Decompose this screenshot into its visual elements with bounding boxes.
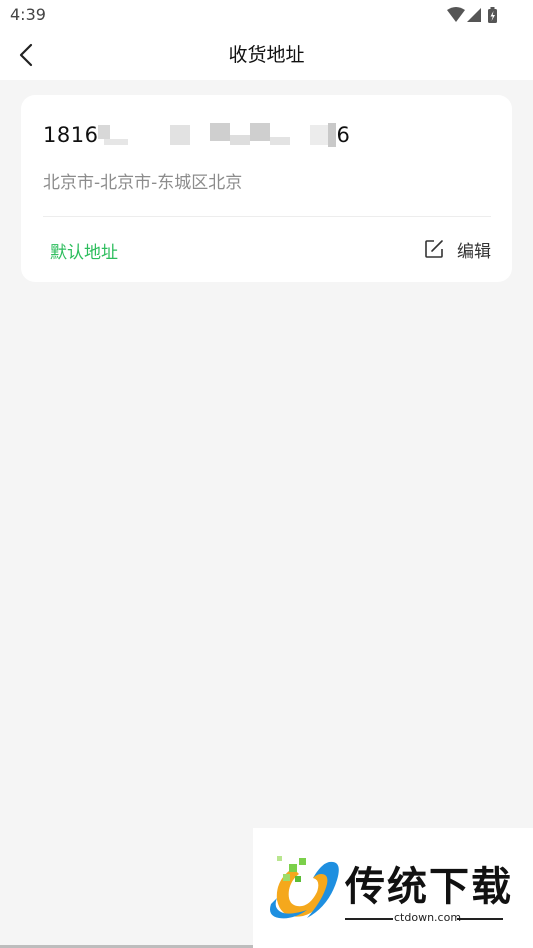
watermark-rule-left — [345, 918, 393, 920]
card-divider — [43, 216, 491, 217]
app-bar: 收货地址 — [0, 30, 533, 80]
status-time: 4:39 — [10, 5, 46, 24]
status-icons — [447, 6, 503, 24]
page-title: 收货地址 — [228, 44, 305, 66]
phone-suffix: 6 — [336, 123, 351, 147]
phone-mask — [98, 123, 337, 149]
edit-button[interactable]: 编辑 — [424, 236, 491, 262]
watermark-title: 传统下载 — [345, 864, 513, 910]
address-text: 北京市-北京市-东城区北京 — [43, 173, 243, 193]
edit-icon — [425, 240, 443, 258]
wifi-icon — [447, 7, 465, 22]
default-address-label[interactable]: 默认地址 — [50, 238, 118, 263]
watermark-url: ctdown.com — [394, 911, 462, 924]
address-card[interactable]: 1816 6 北京市-北京市-东城区北京 默认地址 编辑 — [21, 95, 512, 282]
recipient-phone: 1816 6 — [43, 123, 350, 149]
ctdown-logo-icon — [270, 856, 339, 919]
phone-prefix: 1816 — [43, 123, 99, 147]
edit-label: 编辑 — [457, 241, 491, 262]
watermark: 传统下载 ctdown.com — [253, 828, 533, 948]
back-button[interactable] — [6, 32, 46, 78]
chevron-left-icon — [19, 43, 33, 67]
watermark-rule-right — [457, 918, 503, 920]
status-bar: 4:39 — [0, 0, 533, 30]
signal-icon — [467, 8, 481, 22]
battery-icon — [488, 7, 497, 23]
